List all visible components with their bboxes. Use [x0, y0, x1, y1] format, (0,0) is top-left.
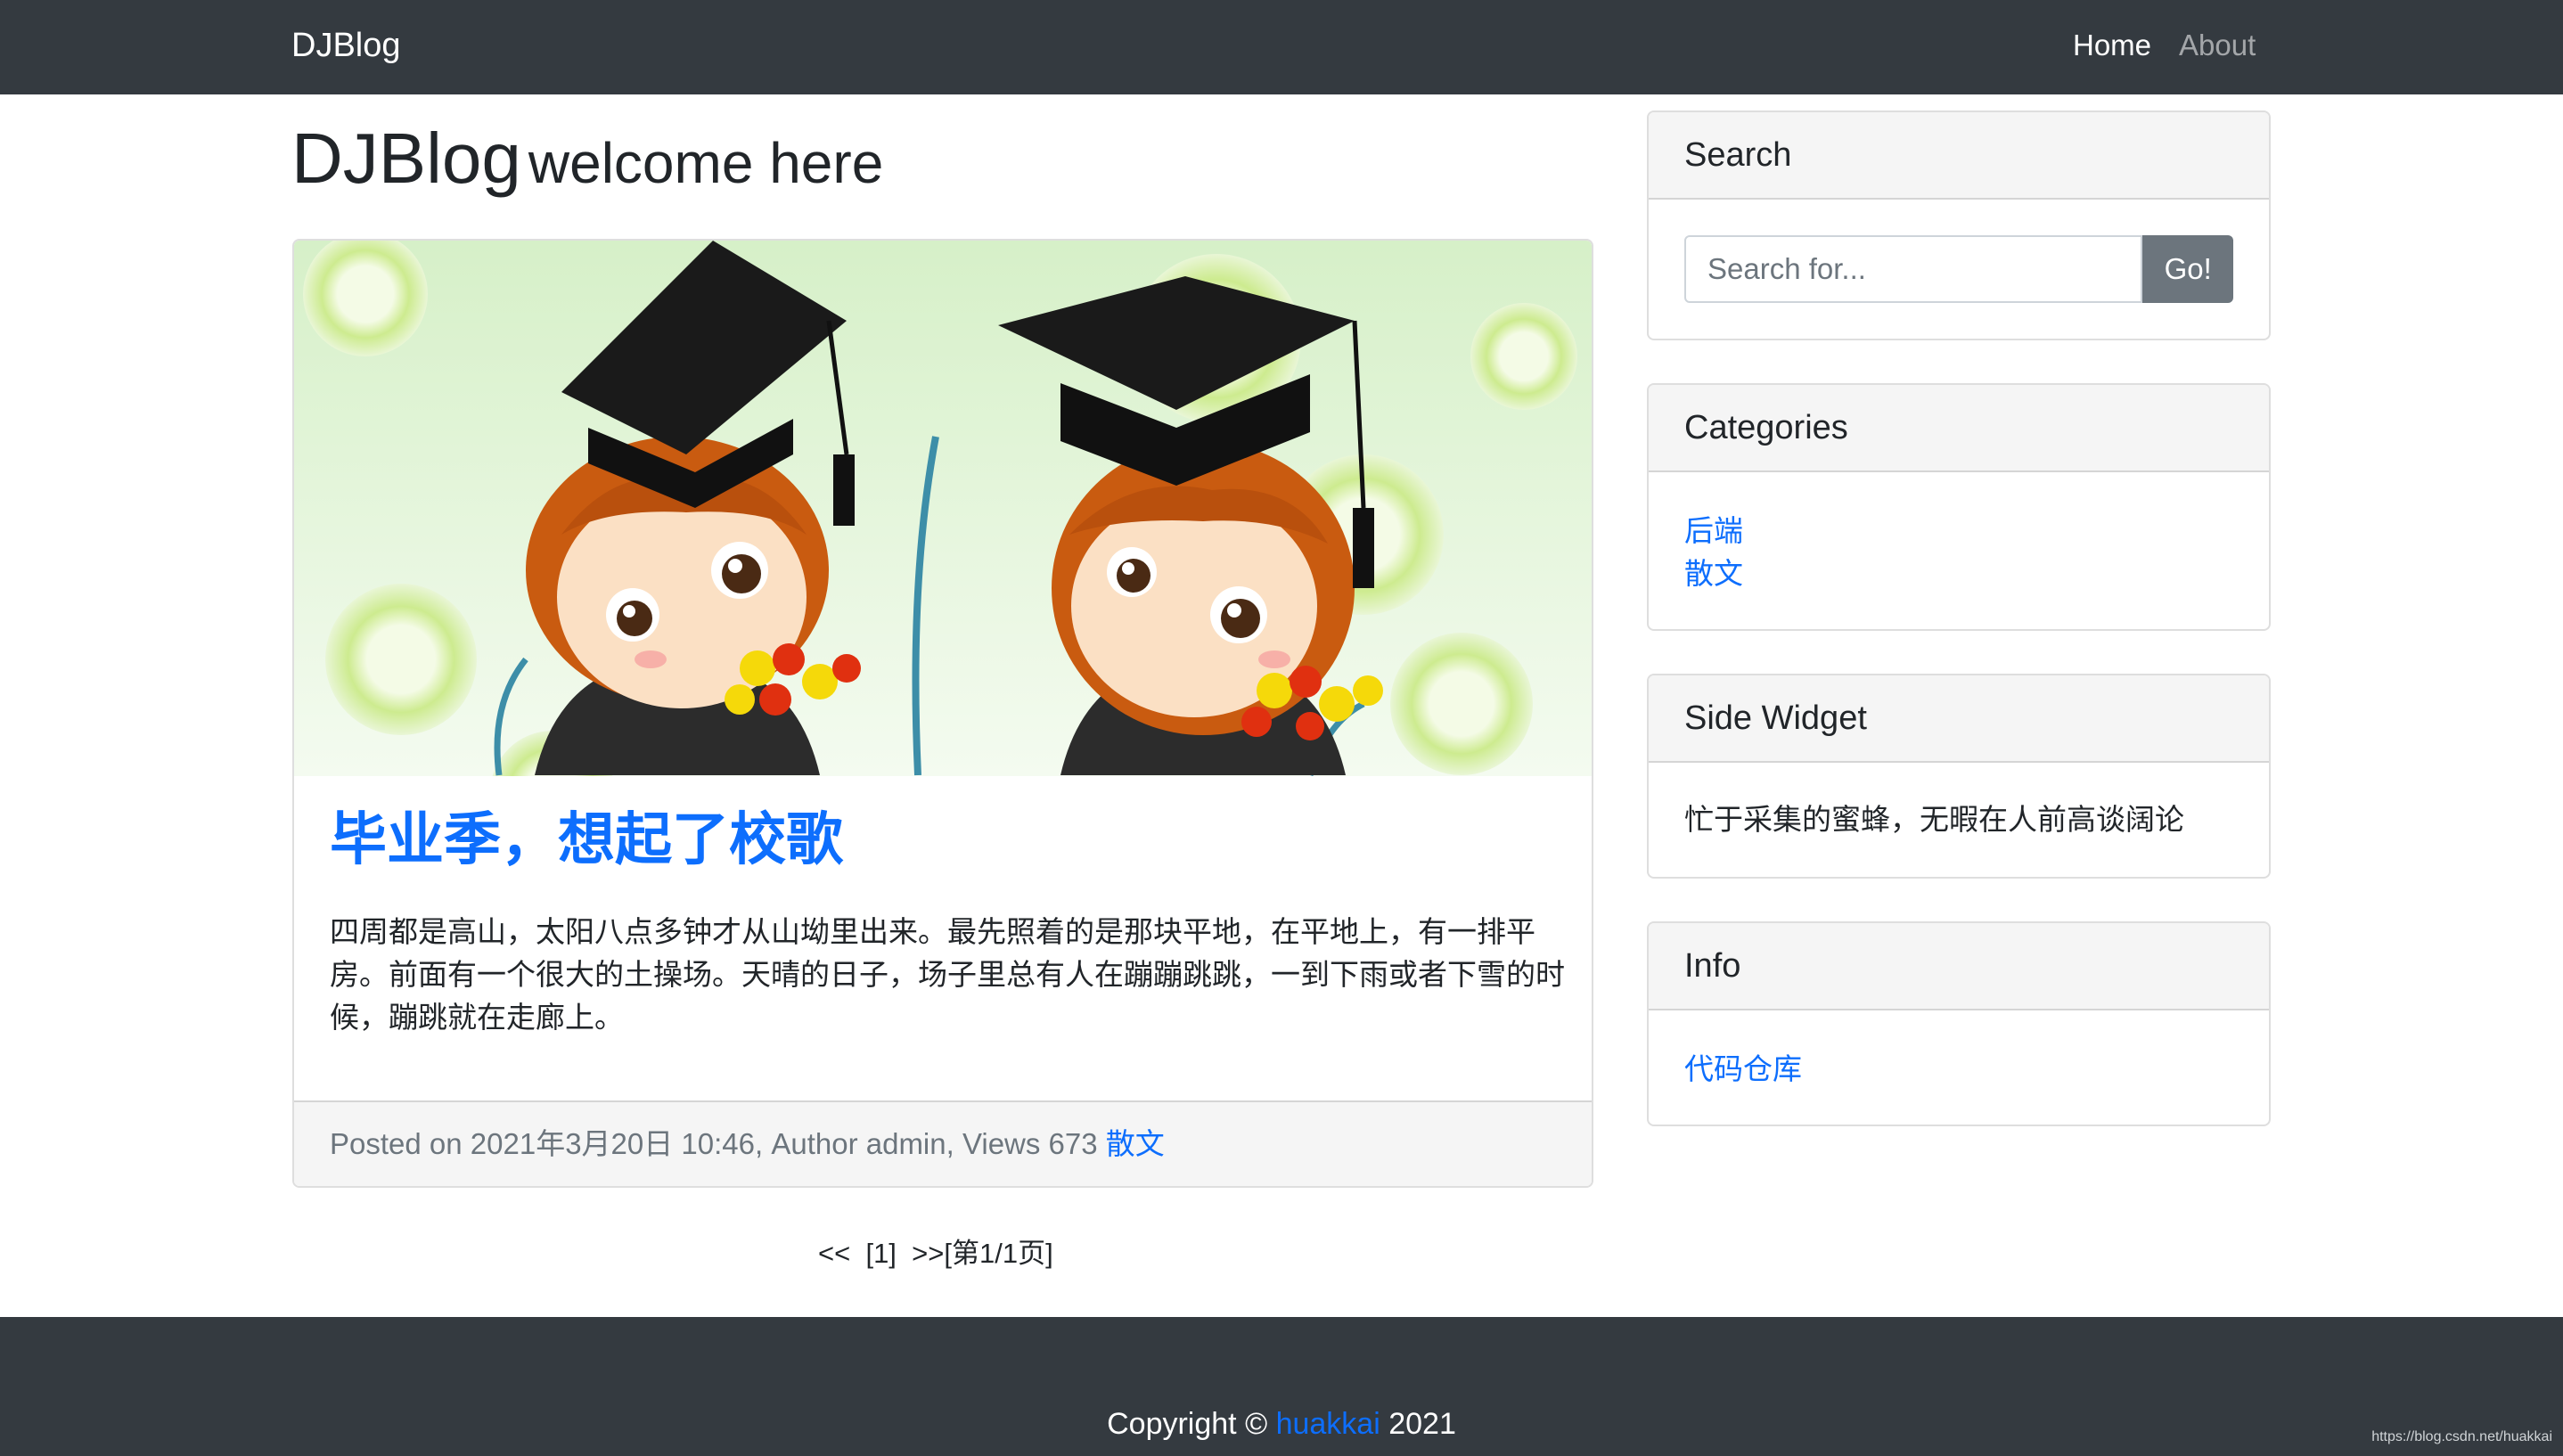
- watermark-text: https://blog.csdn.net/huakkai: [2371, 1429, 2552, 1444]
- categories-list: 后端 散文: [1649, 472, 2269, 629]
- copyright-text: Copyright © huakkai 2021: [0, 1403, 2563, 1445]
- side-widget-title: Side Widget: [1649, 675, 2269, 763]
- side-widget: Side Widget 忙于采集的蜜蜂，无暇在人前高谈阔论: [1647, 674, 2271, 879]
- page-title-main: DJBlog: [291, 119, 521, 198]
- copyright-prefix: Copyright ©: [1107, 1407, 1268, 1441]
- info-widget-body: 代码仓库: [1649, 1010, 2269, 1125]
- info-widget-title: Info: [1649, 923, 2269, 1010]
- post-cover-image[interactable]: [294, 241, 1592, 776]
- post-card: 毕业季，想起了校歌 四周都是高山，太阳八点多钟才从山坳里出来。最先照着的是那块平…: [292, 239, 1593, 1188]
- post-footer: Posted on 2021年3月20日 10:46, Author admin…: [294, 1100, 1592, 1186]
- search-input[interactable]: [1684, 235, 2143, 303]
- pagination: << [1] >>[第1/1页]: [818, 1233, 1053, 1274]
- categories-widget: Categories 后端 散文: [1647, 383, 2271, 631]
- top-navbar: DJBlog Home About: [0, 0, 2563, 94]
- search-widget: Search Go!: [1647, 110, 2271, 340]
- post-meta-text: Posted on 2021年3月20日 10:46, Author admin…: [330, 1127, 1098, 1160]
- search-widget-body: Go!: [1649, 200, 2269, 339]
- navbar-brand[interactable]: DJBlog: [291, 23, 401, 68]
- search-widget-title: Search: [1649, 112, 2269, 200]
- nav-link-about[interactable]: About: [2179, 25, 2256, 66]
- author-link[interactable]: huakkai: [1276, 1407, 1380, 1441]
- category-link-backend[interactable]: 后端: [1684, 510, 2233, 552]
- nav-link-home[interactable]: Home: [2073, 25, 2151, 66]
- post-excerpt: 四周都是高山，太阳八点多钟才从山坳里出来。最先照着的是那块平地，在平地上，有一排…: [330, 915, 1565, 1034]
- pagination-page-1[interactable]: [1]: [865, 1238, 896, 1269]
- post-title-link[interactable]: 毕业季，想起了校歌: [330, 802, 843, 877]
- post-category-link[interactable]: 散文: [1106, 1127, 1165, 1160]
- copyright-year: 2021: [1388, 1407, 1456, 1441]
- search-go-button[interactable]: Go!: [2142, 235, 2233, 303]
- post-meta: Posted on 2021年3月20日 10:46, Author admin…: [330, 1124, 1165, 1165]
- code-repo-link[interactable]: 代码仓库: [1684, 1048, 2233, 1091]
- side-widget-text: 忙于采集的蜜蜂，无暇在人前高谈阔论: [1684, 803, 2184, 836]
- category-link-prose[interactable]: 散文: [1684, 552, 2233, 595]
- categories-widget-title: Categories: [1649, 385, 2269, 472]
- pagination-prev[interactable]: <<: [818, 1238, 850, 1269]
- info-widget: Info 代码仓库: [1647, 921, 2271, 1126]
- pagination-next[interactable]: >>[第1/1页]: [912, 1238, 1053, 1269]
- graduates-illustration: [294, 241, 1592, 776]
- page-title-subtitle: welcome here: [528, 131, 884, 195]
- page-title: DJBlog welcome here: [291, 114, 883, 224]
